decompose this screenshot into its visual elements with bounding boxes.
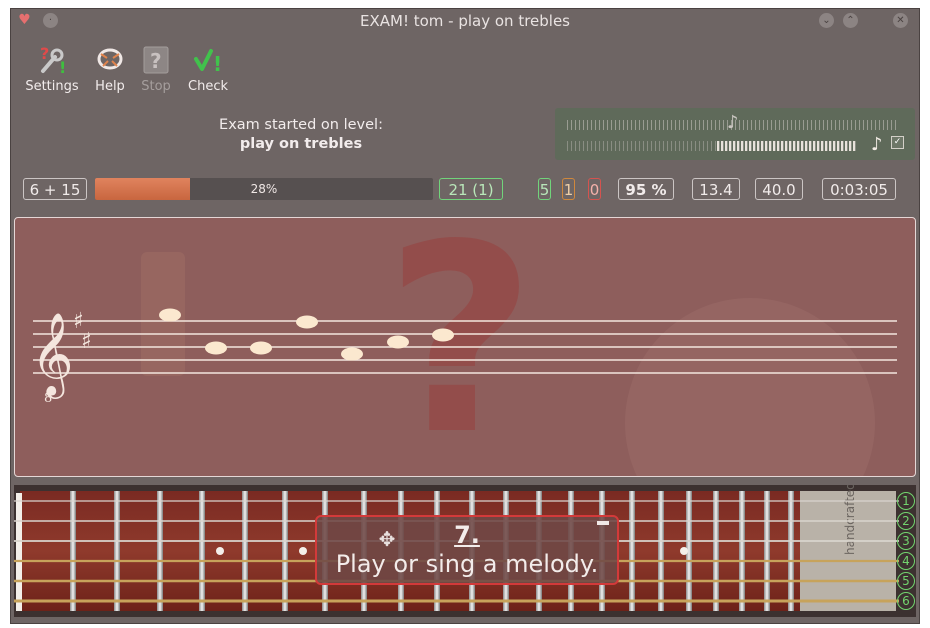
question-message-box[interactable]: ✥ 7. Play or sing a melody. xyxy=(315,515,619,585)
total-exam-time: 0:03:05 xyxy=(822,178,896,200)
note-5 xyxy=(341,347,363,361)
keep-above-button[interactable]: · xyxy=(43,13,58,28)
exam-level-name: play on trebles xyxy=(239,136,363,152)
average-time: 13.4 xyxy=(692,178,740,200)
volume-bar-fill xyxy=(717,141,857,151)
staff-svg: ? 𝄞 8 ♯ ♯ xyxy=(31,218,897,476)
string-number-3: 3 xyxy=(897,532,915,550)
treble-clef-icon: 𝄞 xyxy=(31,311,74,399)
string-number-5: 5 xyxy=(897,572,915,590)
handcrafted-watermark: handcrafted xyxy=(843,485,857,555)
stop-label: Stop xyxy=(141,79,171,94)
note-7 xyxy=(432,328,454,342)
string-number-4: 4 xyxy=(897,552,915,570)
stop-question-icon: ? xyxy=(141,45,171,77)
not-bad-count: 1 xyxy=(562,178,575,200)
guitar-body-decoration xyxy=(625,298,875,476)
exam-progress-bar: 28% xyxy=(95,178,433,200)
app-window: EXAM! tom - play on trebles ♥ · ⌄ ⌃ ✕ ? … xyxy=(10,8,920,624)
fretboard-nut xyxy=(16,493,22,611)
check-button[interactable]: ! Check xyxy=(180,45,236,94)
settings-label: Settings xyxy=(25,79,79,94)
string-number-6: 6 xyxy=(897,592,915,610)
svg-text:?: ? xyxy=(40,45,49,63)
note-6 xyxy=(387,335,409,349)
note-icon: ♪ xyxy=(727,112,739,133)
remaining-questions: 21 (1) xyxy=(439,178,503,200)
check-label: Check xyxy=(188,79,228,94)
questions-counter: 6 + 15 xyxy=(23,178,87,200)
window-title: EXAM! tom - play on trebles xyxy=(359,12,570,30)
string-number-2: 2 xyxy=(897,512,915,530)
title-bar: EXAM! tom - play on trebles xyxy=(11,9,919,33)
score-panel: ? 𝄞 8 ♯ ♯ xyxy=(14,217,916,477)
effectiveness: 95 % xyxy=(618,178,674,200)
sharp-c-icon: ♯ xyxy=(81,329,92,354)
progress-text: 28% xyxy=(250,182,278,196)
last-answer-time: 40.0 xyxy=(755,178,803,200)
note-3 xyxy=(250,341,272,355)
question-text: Play or sing a melody. xyxy=(335,550,599,578)
close-button[interactable]: ✕ xyxy=(893,13,908,28)
svg-text:!: ! xyxy=(213,52,222,76)
settings-button[interactable]: ? ! Settings xyxy=(24,44,80,94)
pitch-volume-panel: ♪ ♪ ✓ xyxy=(555,108,915,160)
minimize-button[interactable]: ⌄ xyxy=(819,13,834,28)
correct-count: 5 xyxy=(538,178,551,200)
minimize-message-icon[interactable] xyxy=(597,521,609,525)
question-number: 7. xyxy=(454,521,480,549)
note-2 xyxy=(205,341,227,355)
volume-note-icon: ♪ xyxy=(871,134,883,155)
pitch-checkbox[interactable]: ✓ xyxy=(891,136,904,149)
svg-text:?: ? xyxy=(150,49,162,73)
octave-8-mark: 8 xyxy=(44,391,52,406)
help-lifebuoy-icon xyxy=(95,45,125,77)
check-mark-icon: ! xyxy=(193,45,223,77)
stop-button[interactable]: ? Stop xyxy=(128,45,184,94)
exam-info: Exam started on level: play on trebles xyxy=(171,116,431,154)
svg-text:!: ! xyxy=(59,58,66,77)
app-heart-icon[interactable]: ♥ xyxy=(17,13,32,28)
note-1 xyxy=(159,308,181,322)
string-number-1: 1 xyxy=(897,492,915,510)
maximize-button[interactable]: ⌃ xyxy=(843,13,858,28)
exam-info-line: Exam started on level: xyxy=(219,117,383,133)
settings-wrench-icon: ? ! xyxy=(37,44,67,77)
note-4 xyxy=(296,315,318,329)
move-icon[interactable]: ✥ xyxy=(373,525,401,553)
help-label: Help xyxy=(95,79,125,94)
wrong-count: 0 xyxy=(588,178,601,200)
